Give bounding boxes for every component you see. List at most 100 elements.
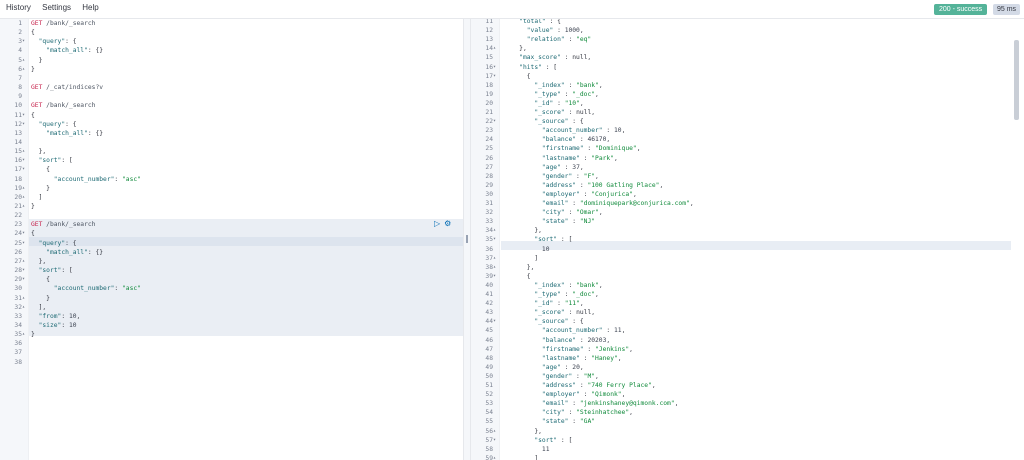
code-line[interactable]: 43 "_score" : null,: [471, 308, 1024, 317]
code-line[interactable]: 54 "city" : "Steinhatchee",: [471, 408, 1024, 417]
code-line[interactable]: 20 "_id" : "10",: [471, 99, 1024, 108]
fold-toggle-icon[interactable]: ▴: [493, 226, 499, 235]
code-line[interactable]: 14 ▴ },: [471, 44, 1024, 53]
resizer-grip-icon[interactable]: [466, 235, 468, 243]
code-line[interactable]: 31 ▴ }: [0, 294, 463, 303]
code-line[interactable]: 24 ▾{: [0, 229, 463, 238]
code-line[interactable]: 38 ▴ },: [471, 263, 1024, 272]
code-line[interactable]: 32 ▴ ],: [0, 303, 463, 312]
code-line[interactable]: 25 ▾ "query": {: [0, 239, 463, 248]
code-line[interactable]: 32 "city" : "Omar",: [471, 208, 1024, 217]
code-line[interactable]: 34 ▴ },: [471, 226, 1024, 235]
code-line[interactable]: 5 ▴ }: [0, 56, 463, 65]
fold-toggle-icon[interactable]: ▾: [22, 165, 28, 174]
code-line[interactable]: 9: [0, 92, 463, 101]
code-line[interactable]: 6 ▴}: [0, 65, 463, 74]
code-line[interactable]: 4 "match_all": {}: [0, 46, 463, 55]
code-line[interactable]: 56 ▴ },: [471, 427, 1024, 436]
code-line[interactable]: 45 "account_number" : 11,: [471, 326, 1024, 335]
fold-toggle-icon[interactable]: ▾: [22, 266, 28, 275]
code-line[interactable]: 33 "from": 10,: [0, 312, 463, 321]
code-line[interactable]: 28 "gender" : "F",: [471, 172, 1024, 181]
menu-settings[interactable]: Settings: [42, 3, 71, 12]
fold-toggle-icon[interactable]: ▴: [22, 184, 28, 193]
code-line[interactable]: 1 GET /bank/_search: [0, 19, 463, 28]
fold-toggle-icon[interactable]: ▾: [493, 235, 499, 244]
code-line[interactable]: 23 GET /bank/_search: [0, 220, 463, 229]
code-line[interactable]: 52 "employer" : "Qimonk",: [471, 390, 1024, 399]
code-line[interactable]: 46 "balance" : 20203,: [471, 336, 1024, 345]
fold-toggle-icon[interactable]: ▴: [22, 257, 28, 266]
code-line[interactable]: 19 "_type" : "_doc",: [471, 90, 1024, 99]
wrench-icon[interactable]: ⚙: [444, 219, 451, 228]
code-line[interactable]: 26 "lastname" : "Park",: [471, 154, 1024, 163]
fold-toggle-icon[interactable]: ▾: [22, 239, 28, 248]
code-line[interactable]: 36: [0, 339, 463, 348]
code-line[interactable]: 37 ▴ ]: [471, 254, 1024, 263]
fold-toggle-icon[interactable]: ▾: [22, 111, 28, 120]
code-line[interactable]: 18 "account_number": "asc": [0, 175, 463, 184]
fold-toggle-icon[interactable]: ▾: [22, 120, 28, 129]
code-line[interactable]: 34 "size": 10: [0, 321, 463, 330]
code-line[interactable]: 29 ▾ {: [0, 275, 463, 284]
fold-toggle-icon[interactable]: ▴: [22, 147, 28, 156]
code-line[interactable]: 36 10: [471, 245, 1024, 254]
code-line[interactable]: 27 ▴ },: [0, 257, 463, 266]
code-line[interactable]: 19 ▴ }: [0, 184, 463, 193]
code-line[interactable]: 41 "_type" : "_doc",: [471, 290, 1024, 299]
code-line[interactable]: 57 ▾ "sort" : [: [471, 436, 1024, 445]
fold-toggle-icon[interactable]: ▾: [22, 156, 28, 165]
code-line[interactable]: 40 "_index" : "bank",: [471, 281, 1024, 290]
code-line[interactable]: 23 "account_number" : 10,: [471, 126, 1024, 135]
fold-toggle-icon[interactable]: ▴: [493, 427, 499, 436]
code-line[interactable]: 25 "firstname" : "Dominique",: [471, 144, 1024, 153]
code-line[interactable]: 48 "lastname" : "Haney",: [471, 354, 1024, 363]
response-viewer[interactable]: 11 "total" : {12 "value" : 1000, 13 "rela…: [471, 19, 1024, 460]
fold-toggle-icon[interactable]: ▾: [493, 272, 499, 281]
fold-toggle-icon[interactable]: ▾: [493, 72, 499, 81]
fold-toggle-icon[interactable]: ▾: [493, 436, 499, 445]
code-line[interactable]: 21 ▴}: [0, 202, 463, 211]
code-line[interactable]: 30 "account_number": "asc": [0, 284, 463, 293]
code-line[interactable]: 51 "address" : "740 Ferry Place",: [471, 381, 1024, 390]
fold-toggle-icon[interactable]: ▴: [22, 294, 28, 303]
fold-toggle-icon[interactable]: ▴: [22, 56, 28, 65]
code-line[interactable]: 20 ▴ ]: [0, 193, 463, 202]
code-line[interactable]: 12 ▾ "query": {: [0, 120, 463, 129]
code-line[interactable]: 16 ▾ "hits" : [: [471, 63, 1024, 72]
code-line[interactable]: 10 GET /bank/_search: [0, 101, 463, 110]
code-line[interactable]: 21 "_score" : null,: [471, 108, 1024, 117]
code-line[interactable]: 15 ▴ },: [0, 147, 463, 156]
code-line[interactable]: 14: [0, 138, 463, 147]
code-line[interactable]: 47 "firstname" : "Jenkins",: [471, 345, 1024, 354]
code-line[interactable]: 7: [0, 74, 463, 83]
code-line[interactable]: 17 ▾ {: [471, 72, 1024, 81]
code-line[interactable]: 53 "email" : "jenkinshaney@qimonk.com",: [471, 399, 1024, 408]
code-line[interactable]: 31 "email" : "dominiquepark@conjurica.co…: [471, 199, 1024, 208]
fold-toggle-icon[interactable]: ▾: [22, 275, 28, 284]
fold-toggle-icon[interactable]: ▾: [493, 117, 499, 126]
code-line[interactable]: 37: [0, 348, 463, 357]
fold-toggle-icon[interactable]: ▴: [22, 330, 28, 339]
code-line[interactable]: 26 "match_all": {}: [0, 248, 463, 257]
code-line[interactable]: 13 "relation" : "eq": [471, 35, 1024, 44]
code-line[interactable]: 30 "employer" : "Conjurica",: [471, 190, 1024, 199]
fold-toggle-icon[interactable]: ▴: [22, 65, 28, 74]
fold-toggle-icon[interactable]: ▴: [493, 254, 499, 263]
code-line[interactable]: 44 ▾ "_source" : {: [471, 317, 1024, 326]
code-line[interactable]: 59 ▴ ]: [471, 454, 1024, 460]
code-line[interactable]: 39 ▾ {: [471, 272, 1024, 281]
pane-resizer[interactable]: [463, 19, 471, 460]
run-request-icon[interactable]: ▷: [434, 219, 440, 228]
code-line[interactable]: 50 "gender" : "M",: [471, 372, 1024, 381]
fold-toggle-icon[interactable]: ▾: [493, 63, 499, 72]
fold-toggle-icon[interactable]: ▾: [22, 37, 28, 46]
code-line[interactable]: 24 "balance" : 46170,: [471, 135, 1024, 144]
fold-toggle-icon[interactable]: ▾: [493, 317, 499, 326]
fold-toggle-icon[interactable]: ▾: [22, 229, 28, 238]
code-line[interactable]: 58 11: [471, 445, 1024, 454]
code-line[interactable]: 22: [0, 211, 463, 220]
code-line[interactable]: 28 ▾ "sort": [: [0, 266, 463, 275]
fold-toggle-icon[interactable]: ▴: [22, 303, 28, 312]
code-line[interactable]: 18 "_index" : "bank",: [471, 81, 1024, 90]
